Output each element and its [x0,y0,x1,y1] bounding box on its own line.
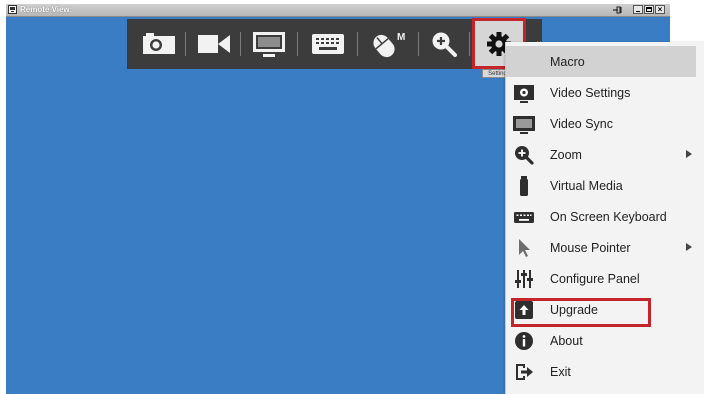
toolbar-separator [418,32,419,56]
menu-item-virtual-media[interactable]: Virtual Media [506,170,696,201]
camera-icon [143,33,175,54]
settings-menu: Macro Video Settings Video Sync Zoom Vir… [505,42,704,394]
svg-text:M: M [397,32,405,43]
keyboard-icon [312,34,344,54]
monitor-icon [253,32,285,57]
sliders-icon [515,270,533,288]
toolbar-separator [357,32,358,56]
video-settings-icon [514,85,534,103]
menu-item-label: About [550,333,583,348]
zoom-in-icon [432,32,457,57]
submenu-arrow-icon [686,243,692,251]
title-bar[interactable]: Remote View: × [6,4,670,17]
menu-item-exit[interactable]: Exit [506,356,696,387]
menu-item-label: Macro [550,54,585,69]
menu-item-mouse-pointer[interactable]: Mouse Pointer [506,232,696,263]
menu-item-label: Configure Panel [550,271,640,286]
menu-item-label: Video Sync [550,116,614,131]
menu-item-label: Exit [550,364,571,379]
video-sync-icon [513,116,535,134]
menu-item-on-screen-keyboard[interactable]: On Screen Keyboard [506,201,696,232]
menu-item-label: Virtual Media [550,178,623,193]
menu-item-configure-panel[interactable]: Configure Panel [506,263,696,294]
zoom-button[interactable] [424,19,464,69]
menu-item-video-sync[interactable]: Video Sync [506,108,696,139]
minimize-button[interactable] [633,5,643,14]
menu-item-about[interactable]: About [506,325,696,356]
record-button[interactable] [193,19,235,69]
keyboard-icon [514,212,534,223]
usb-drive-icon [520,176,528,196]
toolbar-separator [185,32,186,56]
video-settings-button[interactable] [247,19,291,69]
submenu-arrow-icon [686,150,692,158]
menu-item-label: Mouse Pointer [550,240,631,255]
pin-icon[interactable] [612,5,622,15]
maximize-button[interactable] [644,5,654,14]
menu-item-label: Video Settings [550,85,631,100]
menu-item-label: On Screen Keyboard [550,209,667,224]
menu-item-label: Zoom [550,147,582,162]
mouse-button[interactable]: M [365,19,413,69]
zoom-icon [515,146,534,165]
close-button[interactable]: × [655,5,665,14]
exit-icon [516,364,533,380]
toolbar-separator [240,32,241,56]
window-title: Remote View: [20,5,73,14]
upgrade-highlight-box [511,298,651,327]
menu-item-macro[interactable]: Macro [506,46,696,77]
menu-item-video-settings[interactable]: Video Settings [506,77,696,108]
toolbar-separator [469,32,470,56]
video-camera-icon [198,35,230,53]
toolbar-separator [297,32,298,56]
keyboard-button[interactable] [305,19,351,69]
info-icon [515,332,533,350]
mouse-icon: M [373,32,405,58]
mouse-pointer-icon [519,239,530,257]
snapshot-button[interactable] [139,19,179,69]
app-icon [8,5,17,14]
menu-item-zoom[interactable]: Zoom [506,139,696,170]
